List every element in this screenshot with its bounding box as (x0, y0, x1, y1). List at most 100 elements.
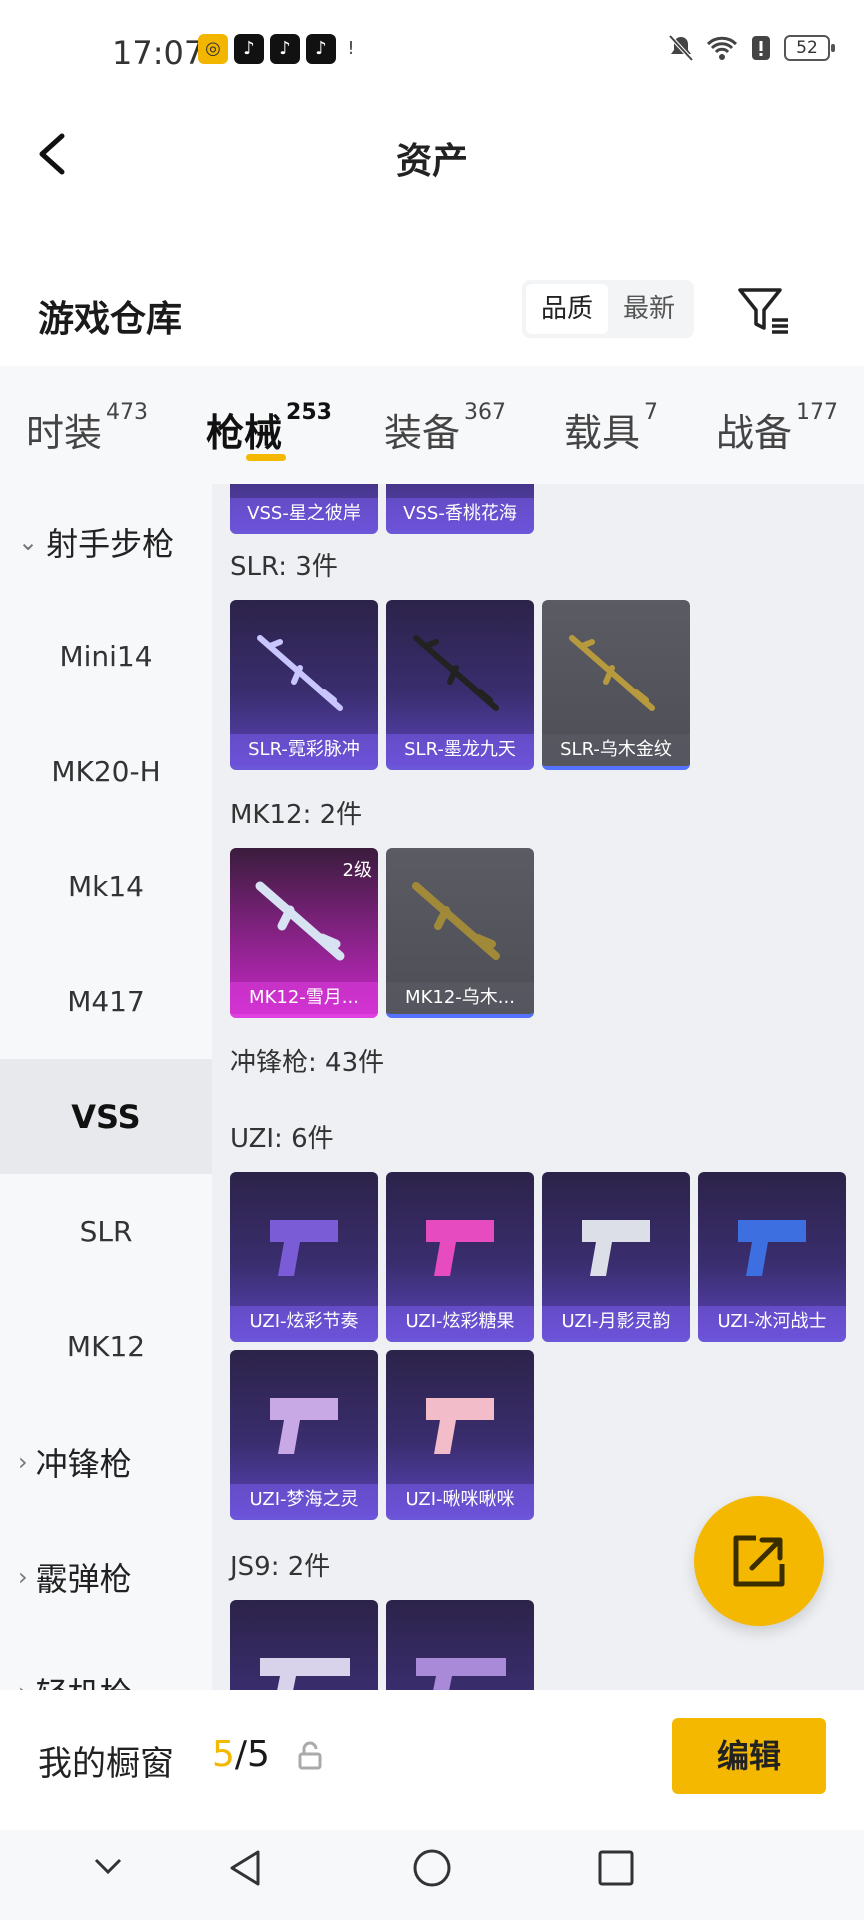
tab-count: 367 (464, 400, 507, 425)
item-card[interactable]: UZI-啾咪啾咪 (386, 1350, 534, 1520)
item-name: SLR-墨龙九天 (386, 734, 534, 766)
home-nav-icon[interactable] (412, 1848, 452, 1888)
status-app-icons: ◎ ♪ ♪ ♪ ! (198, 34, 360, 64)
pistol-icon (270, 1220, 338, 1276)
sidebar-category-shotgun[interactable]: › 霰弹枪 (0, 1519, 212, 1634)
filter-icon[interactable] (736, 286, 792, 336)
pistol-icon (270, 1398, 338, 1454)
tab-label: 载具 (564, 411, 641, 455)
recents-nav-icon[interactable] (596, 1848, 636, 1888)
tab-equipment[interactable]: 装备 367 (384, 400, 507, 457)
item-card[interactable]: UZI-炫彩节奏 (230, 1172, 378, 1342)
item-card[interactable] (230, 1600, 378, 1690)
chevron-down-icon: ⌄ (18, 527, 39, 556)
tab-label: 枪械 (206, 411, 283, 455)
item-name: SLR-乌木金纹 (542, 734, 690, 766)
section-header-slr: SLR: 3件 (230, 552, 338, 582)
tiktok-icon: ♪ (270, 34, 300, 64)
showcase-count-used: 5 (212, 1734, 235, 1775)
item-card[interactable]: SLR-霓彩脉冲 (230, 600, 378, 770)
status-time: 17:07 (112, 34, 205, 72)
category-tabs: 时装 473 枪械 253 装备 367 载具 7 战备 177 (0, 366, 864, 484)
pistol-icon (426, 1398, 494, 1454)
chevron-down-icon[interactable] (90, 1848, 126, 1884)
section-header-smg: 冲锋枪: 43件 (230, 1048, 385, 1078)
tab-vehicles[interactable]: 载具 7 (564, 400, 658, 457)
tab-label: 战备 (716, 411, 793, 455)
item-name: MK12-乌木... (386, 982, 534, 1014)
warehouse-title: 游戏仓库 (38, 299, 183, 340)
share-icon (733, 1535, 785, 1587)
sidebar-category-lmg[interactable]: › 轻机枪 (0, 1634, 212, 1691)
sort-quality-button[interactable]: 品质 (526, 284, 608, 334)
pistol-icon (582, 1220, 650, 1276)
pistol-icon (426, 1220, 494, 1276)
chevron-right-icon: › (18, 1562, 28, 1591)
rifle-icon (569, 635, 655, 711)
tab-label: 装备 (384, 411, 461, 455)
tab-count: 253 (286, 400, 332, 425)
rifle-icon (257, 635, 343, 711)
sidebar-item-label: 霰弹枪 (35, 1559, 132, 1598)
sidebar-category-marksman[interactable]: ⌄ 射手步枪 (0, 484, 212, 599)
item-card[interactable]: UZI-梦海之灵 (230, 1350, 378, 1520)
showcase-count-total: 5 (247, 1734, 270, 1775)
sidebar-item-mk14[interactable]: Mk14 (0, 829, 212, 944)
sidebar-item-mk12[interactable]: MK12 (0, 1289, 212, 1404)
system-nav-bar (0, 1830, 864, 1920)
tab-count: 177 (796, 400, 839, 425)
sort-toggle: 品质 最新 (522, 280, 694, 338)
tiktok-icon: ♪ (306, 34, 336, 64)
sidebar-item-slr[interactable]: SLR (0, 1174, 212, 1289)
item-name: MK12-雪月... (230, 982, 378, 1014)
item-card[interactable] (386, 1600, 534, 1690)
sidebar-item-label: 冲锋枪 (35, 1444, 132, 1483)
tiktok-icon: ♪ (234, 34, 264, 64)
sidebar-category-smg[interactable]: › 冲锋枪 (0, 1404, 212, 1519)
sidebar-item-m417[interactable]: M417 (0, 944, 212, 1059)
item-card[interactable]: SLR-乌木金纹 (542, 600, 690, 770)
share-button[interactable] (694, 1496, 824, 1626)
item-card[interactable]: VSS-香桃花海 (386, 484, 534, 534)
lock-icon (298, 1741, 322, 1770)
item-name: UZI-月影灵韵 (542, 1306, 690, 1338)
item-card[interactable]: MK12-乌木... (386, 848, 534, 1018)
item-card[interactable]: SLR-墨龙九天 (386, 600, 534, 770)
sidebar-item-mini14[interactable]: Mini14 (0, 599, 212, 714)
rifle-icon (255, 881, 345, 961)
tab-firearms[interactable]: 枪械 253 (206, 400, 332, 457)
chevron-right-icon: › (18, 1447, 28, 1476)
pistol-icon (738, 1220, 806, 1276)
showcase-label: 我的橱窗 (38, 1744, 174, 1784)
rifle-icon (413, 635, 499, 711)
item-card[interactable]: 2级 MK12-雪月... (230, 848, 378, 1018)
app-notification-icon: ◎ (198, 34, 228, 64)
page-title: 资产 (395, 141, 468, 182)
sidebar-item-mk20h[interactable]: MK20-H (0, 714, 212, 829)
edit-button[interactable]: 编辑 (672, 1718, 826, 1794)
item-name: UZI-炫彩节奏 (230, 1306, 378, 1338)
active-tab-indicator (246, 454, 286, 461)
battery-indicator: 52 (784, 35, 835, 61)
item-card[interactable]: VSS-星之彼岸 (230, 484, 378, 534)
showcase-count: 5/5 (212, 1734, 270, 1775)
sidebar-item-vss[interactable]: VSS (0, 1059, 212, 1174)
status-bar: 17:07 ◎ ♪ ♪ ♪ ! 52 (0, 0, 864, 104)
sort-newest-button[interactable]: 最新 (608, 284, 690, 334)
tab-count: 473 (106, 400, 149, 425)
item-card[interactable]: UZI-冰河战士 (698, 1172, 846, 1342)
sidebar-item-label: 轻机枪 (36, 1669, 132, 1691)
section-header-mk12: MK12: 2件 (230, 800, 363, 830)
item-name: UZI-啾咪啾咪 (386, 1484, 534, 1516)
tab-fashion[interactable]: 时装 473 (26, 400, 149, 457)
showcase-count-sep: / (234, 1734, 248, 1775)
item-card[interactable]: UZI-炫彩糖果 (386, 1172, 534, 1342)
item-name: UZI-炫彩糖果 (386, 1306, 534, 1338)
item-name: VSS-星之彼岸 (230, 498, 378, 530)
item-name: UZI-梦海之灵 (230, 1484, 378, 1516)
back-nav-icon[interactable] (226, 1848, 266, 1888)
nav-bar: 资产 (0, 104, 864, 204)
chevron-right-icon: › (18, 1678, 28, 1691)
tab-supplies[interactable]: 战备 177 (716, 400, 839, 457)
item-card[interactable]: UZI-月影灵韵 (542, 1172, 690, 1342)
